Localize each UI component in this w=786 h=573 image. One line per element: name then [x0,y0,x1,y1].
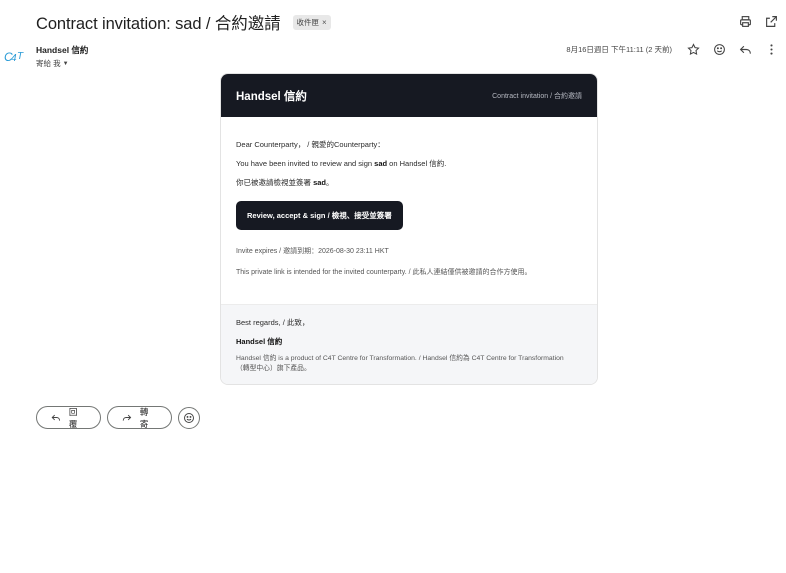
message-date: 8月16日週日 下午11:11 (2 天前) [566,44,672,54]
top-actions [738,14,778,28]
contract-name: sad [374,158,388,168]
card-header: Handsel 信約 Contract invitation / 合約邀請 [221,74,597,117]
open-in-new-window-icon[interactable] [764,14,778,28]
reply-icon[interactable] [738,42,752,56]
sender-block: Handsel 信約 寄給 我 ▼ [36,44,88,69]
add-reaction-icon[interactable] [712,42,726,56]
reply-actions: 回覆 轉寄 [36,406,200,429]
invite-line-zh: 你已被邀請檢視並簽署 sad。 [236,177,334,187]
contract-name-zh: sad [313,177,327,187]
header-subtitle: Contract invitation / 合約邀請 [492,92,582,100]
print-icon[interactable] [738,14,752,28]
sender-name: Handsel 信約 [36,45,89,55]
forward-arrow-icon [122,414,132,421]
card-footer: Best regards, / 此致， Handsel 信約 Handsel 信… [221,304,597,384]
chevron-down-icon: ▼ [62,60,69,67]
recipient-text: 寄給 我 [36,59,61,68]
regards-text: Best regards, / 此致， [236,318,310,327]
more-options-icon[interactable] [764,42,778,56]
sender-avatar: C 4 T [4,46,26,66]
emoji-reaction-button[interactable] [178,406,200,429]
star-icon[interactable] [686,42,700,56]
card-body: Dear Counterparty， / 親愛的Counterparty： Yo… [221,117,597,277]
inbox-label-text: 收件匣 [296,17,320,27]
message-meta: 8月16日週日 下午11:11 (2 天前) [566,42,778,56]
footer-note: Handsel 信約 is a product of C4T Centre fo… [236,355,564,372]
invite-expiry: Invite expires / 邀請到期：2026-08-30 23:11 H… [236,248,389,256]
brand-title: Handsel 信約 [236,90,307,103]
subject-row: Contract invitation: sad / 合約邀請 收件匣 × [36,10,331,34]
reply-button[interactable]: 回覆 [36,406,101,429]
private-link-note: This private link is intended for the in… [236,269,532,277]
forward-label: 轉寄 [139,406,149,429]
inbox-label-chip[interactable]: 收件匣 × [292,14,331,30]
greeting: Dear Counterparty， / 親愛的Counterparty： [236,140,385,149]
svg-text:T: T [17,51,24,62]
review-sign-button[interactable]: Review, accept & sign / 檢視、接受並簽署 [236,201,403,231]
email-body-card: Handsel 信約 Contract invitation / 合約邀請 De… [220,73,598,385]
remove-label-icon[interactable]: × [322,18,327,27]
reply-arrow-icon [51,414,61,421]
invite-line-en: You have been invited to review and sign… [236,158,447,168]
footer-brand: Handsel 信約 [236,337,283,346]
forward-button[interactable]: 轉寄 [107,406,172,429]
recipient-details-toggle[interactable]: 寄給 我 ▼ [36,58,88,69]
email-subject: Contract invitation: sad / 合約邀請 [36,15,281,33]
smiley-icon [184,412,194,423]
reply-label: 回覆 [68,406,78,429]
